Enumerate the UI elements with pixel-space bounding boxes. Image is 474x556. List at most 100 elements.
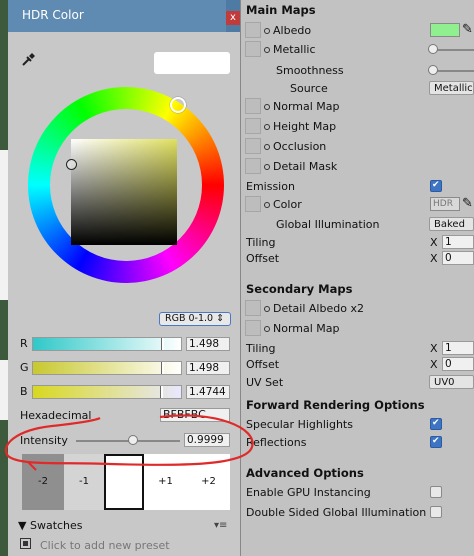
color-mode-value: RGB 0-1.0 bbox=[165, 313, 214, 324]
b-channel-handle[interactable] bbox=[160, 386, 164, 398]
color-mode-dropdown[interactable]: RGB 0-1.0 ⇕ bbox=[159, 312, 231, 326]
preset-library-icon[interactable] bbox=[20, 538, 31, 549]
r-channel-field[interactable]: 1.498 bbox=[186, 337, 230, 351]
gpu-instancing-checkbox[interactable] bbox=[430, 486, 442, 498]
r-channel-label: R bbox=[20, 337, 28, 350]
emission-checkbox[interactable] bbox=[430, 180, 442, 192]
offset2-x-field[interactable]: 0 bbox=[442, 357, 474, 371]
texture-picker-icon[interactable] bbox=[264, 202, 270, 208]
offset-x-field[interactable]: 0 bbox=[442, 251, 474, 265]
texture-picker-icon[interactable] bbox=[264, 306, 270, 312]
detail-albedo-label: Detail Albedo x2 bbox=[264, 302, 364, 315]
global-illumination-dropdown[interactable]: Baked bbox=[429, 217, 474, 231]
exposure-minus-2[interactable]: -2 bbox=[22, 454, 64, 510]
specular-highlights-checkbox[interactable] bbox=[430, 418, 442, 430]
texture-picker-icon[interactable] bbox=[264, 104, 270, 110]
exposure-minus-1[interactable]: -1 bbox=[64, 454, 104, 510]
texture-picker-icon[interactable] bbox=[264, 47, 270, 53]
smoothness-slider-handle[interactable] bbox=[428, 65, 438, 75]
occlusion-texture-slot[interactable] bbox=[245, 138, 261, 154]
b-channel-label: B bbox=[20, 385, 28, 398]
exposure-plus-2[interactable]: +2 bbox=[187, 454, 230, 510]
texture-picker-icon[interactable] bbox=[264, 164, 270, 170]
exposure-current[interactable] bbox=[104, 454, 144, 510]
reflections-label: Reflections bbox=[246, 436, 307, 449]
gpu-instancing-label: Enable GPU Instancing bbox=[246, 486, 371, 499]
tiling-x-field[interactable]: 1 bbox=[442, 235, 474, 249]
g-channel-field[interactable]: 1.498 bbox=[186, 361, 230, 375]
hdr-color-picker-window: HDR Color x RGB 0-1.0 ⇕ R 1.498 G 1.498 … bbox=[8, 0, 241, 556]
g-channel-handle[interactable] bbox=[161, 362, 165, 374]
detail-mask-texture-slot[interactable] bbox=[245, 158, 261, 174]
tiling-x-label: X bbox=[430, 236, 438, 249]
emission-color-label: Color bbox=[264, 198, 302, 211]
swatches-menu-icon[interactable]: ▾≡ bbox=[214, 520, 227, 531]
eyedropper-icon[interactable]: ✎ bbox=[462, 196, 473, 211]
metallic-slider-handle[interactable] bbox=[428, 44, 438, 54]
sv-handle[interactable] bbox=[66, 159, 77, 170]
emission-texture-slot[interactable] bbox=[245, 196, 261, 212]
g-channel-slider[interactable] bbox=[32, 361, 182, 375]
normal-map-label: Normal Map bbox=[264, 100, 340, 113]
exposure-swatches: -2 -1 +1 +2 bbox=[22, 454, 230, 512]
eyedropper-icon[interactable]: ✎ bbox=[462, 22, 473, 37]
add-preset-hint[interactable]: Click to add new preset bbox=[40, 539, 170, 552]
close-button[interactable]: x bbox=[226, 11, 240, 25]
offset-x-label: X bbox=[430, 252, 438, 265]
global-illumination-label: Global Illumination bbox=[276, 218, 380, 231]
offset2-label: Offset bbox=[246, 358, 280, 371]
tiling2-x-field[interactable]: 1 bbox=[442, 341, 474, 355]
swatches-foldout[interactable]: ▼ Swatches bbox=[18, 519, 83, 532]
double-sided-gi-label: Double Sided Global Illumination bbox=[246, 506, 427, 519]
r-channel-slider[interactable] bbox=[32, 337, 182, 351]
albedo-texture-slot[interactable] bbox=[245, 22, 261, 38]
texture-picker-icon[interactable] bbox=[264, 124, 270, 130]
source-label: Source bbox=[290, 82, 328, 95]
uv-set-label: UV Set bbox=[246, 376, 284, 389]
metallic-texture-slot[interactable] bbox=[245, 41, 261, 57]
double-sided-gi-checkbox[interactable] bbox=[430, 506, 442, 518]
eyedropper-icon[interactable] bbox=[20, 50, 38, 71]
specular-highlights-label: Specular Highlights bbox=[246, 418, 353, 431]
saturation-value-square[interactable] bbox=[66, 139, 177, 245]
occlusion-label: Occlusion bbox=[264, 140, 326, 153]
material-inspector: Main Maps Albedo ✎ Metallic Smoothness S… bbox=[240, 0, 474, 556]
r-channel-handle[interactable] bbox=[161, 338, 165, 350]
smoothness-label: Smoothness bbox=[276, 64, 344, 77]
foldout-triangle-icon: ▼ bbox=[18, 519, 30, 532]
source-dropdown[interactable]: Metallic bbox=[429, 81, 474, 95]
metallic-label: Metallic bbox=[264, 43, 316, 56]
advanced-options-header: Advanced Options bbox=[246, 466, 364, 480]
scene-view-edge bbox=[0, 0, 8, 556]
intensity-slider-handle[interactable] bbox=[127, 435, 138, 445]
hexadecimal-field[interactable]: BFBFBC bbox=[160, 408, 230, 422]
normal-map-texture-slot[interactable] bbox=[245, 98, 261, 114]
albedo-label: Albedo bbox=[264, 24, 311, 37]
uv-set-dropdown[interactable]: UV0 bbox=[429, 375, 474, 389]
texture-picker-icon[interactable] bbox=[264, 326, 270, 332]
forward-rendering-header: Forward Rendering Options bbox=[246, 398, 425, 412]
emission-hdr-color-field[interactable]: HDR bbox=[430, 197, 460, 211]
albedo-color-field[interactable] bbox=[430, 23, 460, 37]
height-map-texture-slot[interactable] bbox=[245, 118, 261, 134]
tiling-label: Tiling bbox=[246, 236, 276, 249]
tiling2-label: Tiling bbox=[246, 342, 276, 355]
texture-picker-icon[interactable] bbox=[264, 144, 270, 150]
offset-label: Offset bbox=[246, 252, 280, 265]
detail-albedo-texture-slot[interactable] bbox=[245, 300, 261, 316]
b-channel-field[interactable]: 1.4744 bbox=[186, 385, 230, 399]
main-maps-header: Main Maps bbox=[246, 3, 316, 17]
title-bar: HDR Color x bbox=[8, 0, 240, 32]
secondary-normal-texture-slot[interactable] bbox=[245, 320, 261, 336]
hexadecimal-label: Hexadecimal bbox=[20, 409, 92, 422]
exposure-plus-1[interactable]: +1 bbox=[144, 454, 187, 510]
emission-label: Emission bbox=[246, 180, 295, 193]
reflections-checkbox[interactable] bbox=[430, 436, 442, 448]
window-title: HDR Color bbox=[22, 8, 84, 22]
hue-handle[interactable] bbox=[170, 97, 186, 113]
intensity-field[interactable]: 0.9999 bbox=[184, 433, 230, 447]
color-preview-swatch bbox=[154, 52, 230, 74]
b-channel-slider[interactable] bbox=[32, 385, 182, 399]
offset2-x-label: X bbox=[430, 358, 438, 371]
texture-picker-icon[interactable] bbox=[264, 28, 270, 34]
